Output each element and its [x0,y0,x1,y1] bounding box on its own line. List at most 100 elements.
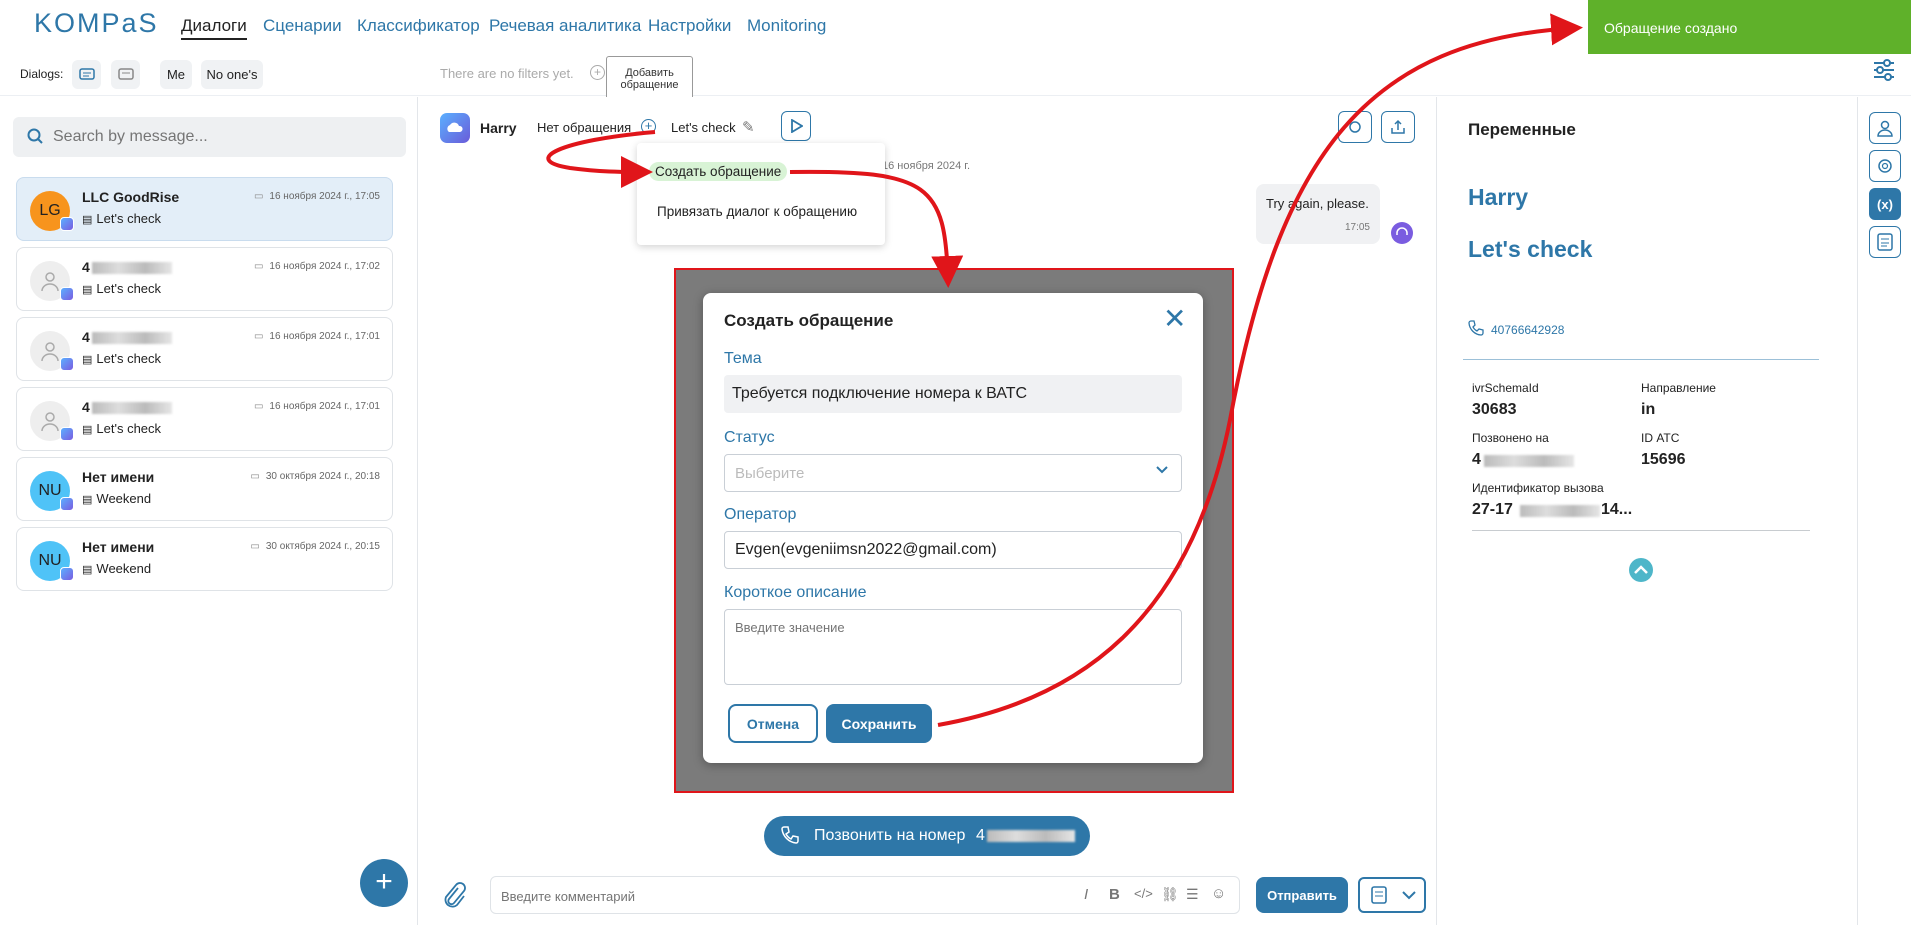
user-placeholder-icon [41,412,59,432]
call-id-label: Идентификатор вызова [1472,481,1604,495]
italic-icon[interactable]: I [1084,886,1088,903]
called-label: Позвонено на [1472,431,1549,445]
conversation-subject: ▤ Weekend [82,491,152,506]
add-ticket-icon[interactable]: + [641,119,656,134]
var-topic: Let's check [1468,236,1593,262]
dialogs-label: Dialogs: [20,67,64,81]
search-icon [27,128,43,147]
menu-create-ticket[interactable]: Создать обращение [649,162,788,181]
conversation-name: 4 [82,329,172,345]
channel-cloud-icon [440,113,470,143]
close-icon[interactable]: ✕ [1163,305,1186,333]
nav-speech-analytics[interactable]: Речевая аналитика [489,16,641,36]
chat-filter-icon[interactable] [72,60,101,89]
filter-me[interactable]: Me [160,60,192,89]
no-filters-text: There are no filters yet. [440,66,574,81]
ivr-value: 30683 [1472,401,1517,418]
save-button[interactable]: Сохранить [826,704,932,743]
call-number: 4 [976,827,985,844]
attach-tag-icon[interactable] [1338,111,1372,143]
ai-assistant-icon[interactable] [1869,150,1901,182]
conversation-card[interactable]: NU Нет имени ▤ Weekend ▭ 30 октября 2024 г., … [16,527,393,591]
ticket-icon: ▤ [82,494,93,506]
attach-paperclip-icon[interactable] [440,880,466,917]
status-label: Статус [724,429,775,446]
redacted-name [91,402,172,415]
nav-classifier[interactable]: Классификатор [357,16,480,36]
chevron-down-icon [1155,463,1169,481]
nav-monitoring[interactable]: Monitoring [747,16,826,36]
chat-icon: ▭ [250,471,260,482]
play-button[interactable] [781,111,811,141]
quote-icon[interactable]: ☰ [1186,886,1199,903]
divider [1472,530,1810,531]
user-placeholder-icon [41,272,59,292]
conversation-date: ▭ 16 ноября 2024 г., 17:01 [253,331,380,342]
comment-input[interactable] [501,886,1061,906]
topic-field[interactable]: Требуется подключение номера к ВАТС [724,375,1182,413]
call-number-button[interactable]: Позвонить на номер 4 [764,816,1090,856]
nav-dialogs[interactable]: Диалоги [181,16,247,40]
filter-no-ones[interactable]: No one's [201,60,263,89]
redacted-call-id [1520,505,1600,517]
direction-value: in [1641,401,1656,418]
filter-bar [0,52,1911,96]
conversation-card[interactable]: 4 ▤ Let's check ▭ 16 ноября 2024 г., 17:01 [16,317,393,381]
edit-pencil-icon[interactable]: ✎ [742,118,755,136]
nav-scenarios[interactable]: Сценарии [263,16,342,36]
add-filter-icon[interactable]: + [590,65,605,80]
channel-badge-icon [60,217,74,231]
description-field[interactable] [724,609,1182,685]
user-icon[interactable] [1869,112,1901,144]
notes-icon[interactable] [1869,226,1901,258]
redacted-name [91,262,172,275]
share-upload-icon[interactable] [1381,111,1415,143]
bold-icon[interactable]: B [1109,886,1120,903]
phone-icon [1468,320,1484,339]
ticket-icon: ▤ [82,284,93,296]
status-placeholder: Выберите [735,465,805,482]
variables-icon[interactable]: (x) [1869,188,1901,220]
cancel-button[interactable]: Отмена [728,704,818,743]
conversation-subject: ▤ Let's check [82,351,162,366]
collapse-up-icon[interactable] [1629,558,1653,582]
call-label: Позвонить на номер [814,827,966,844]
phone-icon [780,825,800,850]
search-box[interactable] [13,117,406,157]
status-select[interactable]: Выберите [724,454,1182,492]
channel-badge-icon [60,497,74,511]
divider [1463,359,1819,360]
link-icon[interactable]: ⛓ [1161,886,1179,903]
new-dialog-button[interactable]: + [360,859,408,907]
send-button[interactable]: Отправить [1256,877,1348,913]
template-menu-button[interactable] [1358,877,1426,913]
conversation-date: ▭ 16 ноября 2024 г., 17:01 [253,401,380,412]
conversation-card[interactable]: 4 ▤ Let's check ▭ 16 ноября 2024 г., 17:01 [16,387,393,451]
call-id-start: 27-17 [1472,501,1513,518]
toast-notification: Обращение создано [1588,0,1911,54]
settings-sliders-icon[interactable] [1872,58,1896,85]
operator-select[interactable]: Evgen(evgeniimsn2022@gmail.com) [724,531,1182,569]
conversation-name: 4 [82,259,172,275]
contact-name: Harry [480,120,517,136]
chat-icon: ▭ [250,541,260,552]
chat-icon: ▭ [253,401,264,412]
search-input[interactable] [53,125,393,149]
atc-label: ID АТС [1641,431,1680,445]
call-id-end: 14... [1601,501,1633,518]
menu-link-dialog[interactable]: Привязать диалог к обращению [657,204,857,219]
chat-topic: Let's check [671,120,736,135]
code-icon[interactable]: </> [1134,886,1153,901]
comment-box[interactable]: I B </> ⛓ ☰ ☺ [490,876,1240,914]
ticket-icon: ▤ [82,214,93,226]
conversation-card[interactable]: NU Нет имени ▤ Weekend ▭ 30 октября 2024 г., … [16,457,393,521]
create-ticket-modal: Создать обращение ✕ Тема Требуется подкл… [703,293,1203,763]
channel-badge-icon [60,287,74,301]
conversation-card[interactable]: LG LLC GoodRise ▤ Let's check ▭ 16 ноября 202… [16,177,393,241]
emoji-icon[interactable]: ☺ [1211,885,1226,902]
var-phone[interactable]: 40766642928 [1491,323,1564,337]
chat-alt-filter-icon[interactable] [111,60,140,89]
conversation-card[interactable]: 4 ▤ Let's check ▭ 16 ноября 2024 г., 17:02 [16,247,393,311]
nav-settings[interactable]: Настройки [648,16,731,36]
operator-headset-icon [1391,222,1413,244]
